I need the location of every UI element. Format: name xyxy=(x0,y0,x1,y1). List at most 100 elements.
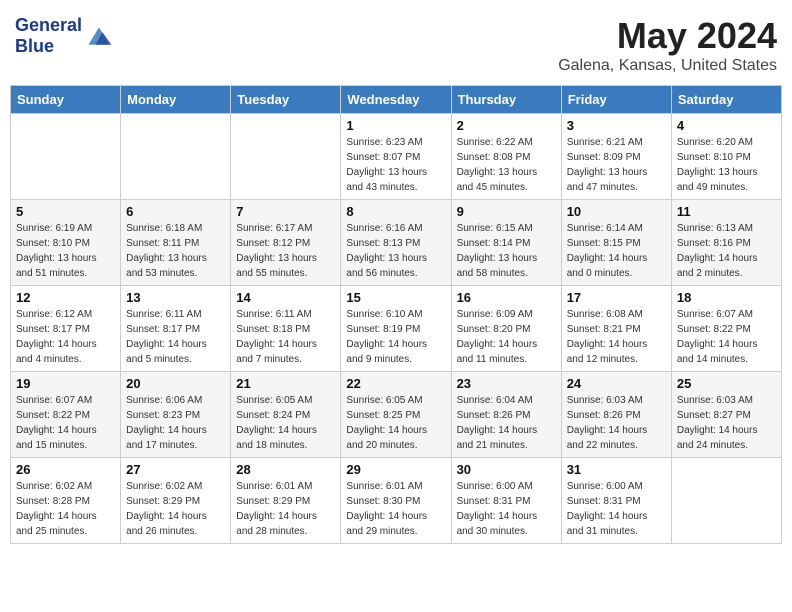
calendar-cell: 19 Sunrise: 6:07 AMSunset: 8:22 PMDayligh… xyxy=(11,372,121,458)
calendar-cell: 28 Sunrise: 6:01 AMSunset: 8:29 PMDayligh… xyxy=(231,458,341,544)
day-info: Sunrise: 6:02 AMSunset: 8:29 PMDaylight:… xyxy=(126,479,225,539)
day-info: Sunrise: 6:12 AMSunset: 8:17 PMDaylight:… xyxy=(16,307,115,367)
day-info: Sunrise: 6:22 AMSunset: 8:08 PMDaylight:… xyxy=(457,135,556,195)
weekday-header-cell: Thursday xyxy=(451,86,561,114)
calendar-cell: 8 Sunrise: 6:16 AMSunset: 8:13 PMDaylight… xyxy=(341,200,451,286)
day-number: 9 xyxy=(457,204,556,219)
day-number: 6 xyxy=(126,204,225,219)
calendar-cell: 15 Sunrise: 6:10 AMSunset: 8:19 PMDayligh… xyxy=(341,286,451,372)
day-number: 31 xyxy=(567,462,666,477)
logo: General Blue xyxy=(15,15,113,56)
day-info: Sunrise: 6:07 AMSunset: 8:22 PMDaylight:… xyxy=(677,307,776,367)
day-number: 22 xyxy=(346,376,445,391)
day-number: 12 xyxy=(16,290,115,305)
day-info: Sunrise: 6:16 AMSunset: 8:13 PMDaylight:… xyxy=(346,221,445,281)
calendar-body: 1 Sunrise: 6:23 AMSunset: 8:07 PMDaylight… xyxy=(11,114,782,544)
calendar-cell: 13Sunrise: 6:11 AMSunset: 8:17 PMDayligh… xyxy=(121,286,231,372)
calendar-cell: 18 Sunrise: 6:07 AMSunset: 8:22 PMDayligh… xyxy=(671,286,781,372)
day-number: 16 xyxy=(457,290,556,305)
calendar-cell: 6 Sunrise: 6:18 AMSunset: 8:11 PMDaylight… xyxy=(121,200,231,286)
calendar-cell: 27 Sunrise: 6:02 AMSunset: 8:29 PMDayligh… xyxy=(121,458,231,544)
day-number: 18 xyxy=(677,290,776,305)
calendar-cell: 16Sunrise: 6:09 AMSunset: 8:20 PMDayligh… xyxy=(451,286,561,372)
day-number: 21 xyxy=(236,376,335,391)
day-info: Sunrise: 6:04 AMSunset: 8:26 PMDaylight:… xyxy=(457,393,556,453)
day-info: Sunrise: 6:06 AMSunset: 8:23 PMDaylight:… xyxy=(126,393,225,453)
day-number: 25 xyxy=(677,376,776,391)
weekday-header-row: SundayMondayTuesdayWednesdayThursdayFrid… xyxy=(11,86,782,114)
logo-icon xyxy=(85,22,113,50)
logo-line2: Blue xyxy=(15,36,54,56)
calendar-cell: 20Sunrise: 6:06 AMSunset: 8:23 PMDayligh… xyxy=(121,372,231,458)
day-number: 29 xyxy=(346,462,445,477)
calendar-cell xyxy=(11,114,121,200)
calendar-week-row: 12 Sunrise: 6:12 AMSunset: 8:17 PMDayligh… xyxy=(11,286,782,372)
day-info: Sunrise: 6:08 AMSunset: 8:21 PMDaylight:… xyxy=(567,307,666,367)
day-number: 5 xyxy=(16,204,115,219)
day-info: Sunrise: 6:17 AMSunset: 8:12 PMDaylight:… xyxy=(236,221,335,281)
calendar-cell: 17Sunrise: 6:08 AMSunset: 8:21 PMDayligh… xyxy=(561,286,671,372)
day-number: 27 xyxy=(126,462,225,477)
title-block: May 2024 Galena, Kansas, United States xyxy=(558,15,777,75)
calendar-week-row: 26Sunrise: 6:02 AMSunset: 8:28 PMDayligh… xyxy=(11,458,782,544)
calendar-cell: 21 Sunrise: 6:05 AMSunset: 8:24 PMDayligh… xyxy=(231,372,341,458)
weekday-header-cell: Saturday xyxy=(671,86,781,114)
calendar-cell: 14 Sunrise: 6:11 AMSunset: 8:18 PMDayligh… xyxy=(231,286,341,372)
calendar-week-row: 1 Sunrise: 6:23 AMSunset: 8:07 PMDaylight… xyxy=(11,114,782,200)
calendar-cell: 29Sunrise: 6:01 AMSunset: 8:30 PMDayligh… xyxy=(341,458,451,544)
day-number: 10 xyxy=(567,204,666,219)
month-title: May 2024 xyxy=(558,15,777,57)
day-info: Sunrise: 6:07 AMSunset: 8:22 PMDaylight:… xyxy=(16,393,115,453)
calendar-cell xyxy=(231,114,341,200)
day-info: Sunrise: 6:19 AMSunset: 8:10 PMDaylight:… xyxy=(16,221,115,281)
calendar-cell: 7 Sunrise: 6:17 AMSunset: 8:12 PMDaylight… xyxy=(231,200,341,286)
calendar-cell: 5 Sunrise: 6:19 AMSunset: 8:10 PMDaylight… xyxy=(11,200,121,286)
calendar-cell: 23Sunrise: 6:04 AMSunset: 8:26 PMDayligh… xyxy=(451,372,561,458)
day-info: Sunrise: 6:21 AMSunset: 8:09 PMDaylight:… xyxy=(567,135,666,195)
day-info: Sunrise: 6:03 AMSunset: 8:26 PMDaylight:… xyxy=(567,393,666,453)
location-title: Galena, Kansas, United States xyxy=(558,57,777,75)
day-number: 4 xyxy=(677,118,776,133)
day-info: Sunrise: 6:00 AMSunset: 8:31 PMDaylight:… xyxy=(567,479,666,539)
day-number: 28 xyxy=(236,462,335,477)
calendar-week-row: 19 Sunrise: 6:07 AMSunset: 8:22 PMDayligh… xyxy=(11,372,782,458)
day-info: Sunrise: 6:05 AMSunset: 8:25 PMDaylight:… xyxy=(346,393,445,453)
day-info: Sunrise: 6:20 AMSunset: 8:10 PMDaylight:… xyxy=(677,135,776,195)
day-number: 19 xyxy=(16,376,115,391)
day-number: 15 xyxy=(346,290,445,305)
calendar-cell xyxy=(121,114,231,200)
day-info: Sunrise: 6:23 AMSunset: 8:07 PMDaylight:… xyxy=(346,135,445,195)
day-info: Sunrise: 6:03 AMSunset: 8:27 PMDaylight:… xyxy=(677,393,776,453)
calendar-week-row: 5 Sunrise: 6:19 AMSunset: 8:10 PMDaylight… xyxy=(11,200,782,286)
day-number: 14 xyxy=(236,290,335,305)
day-info: Sunrise: 6:02 AMSunset: 8:28 PMDaylight:… xyxy=(16,479,115,539)
weekday-header-cell: Tuesday xyxy=(231,86,341,114)
calendar-cell: 30 Sunrise: 6:00 AMSunset: 8:31 PMDayligh… xyxy=(451,458,561,544)
day-info: Sunrise: 6:01 AMSunset: 8:29 PMDaylight:… xyxy=(236,479,335,539)
calendar-cell: 24Sunrise: 6:03 AMSunset: 8:26 PMDayligh… xyxy=(561,372,671,458)
calendar-cell: 26Sunrise: 6:02 AMSunset: 8:28 PMDayligh… xyxy=(11,458,121,544)
header: General Blue May 2024 Galena, Kansas, Un… xyxy=(10,10,782,75)
day-info: Sunrise: 6:15 AMSunset: 8:14 PMDaylight:… xyxy=(457,221,556,281)
day-info: Sunrise: 6:13 AMSunset: 8:16 PMDaylight:… xyxy=(677,221,776,281)
day-number: 8 xyxy=(346,204,445,219)
day-number: 7 xyxy=(236,204,335,219)
day-info: Sunrise: 6:11 AMSunset: 8:18 PMDaylight:… xyxy=(236,307,335,367)
day-number: 30 xyxy=(457,462,556,477)
day-info: Sunrise: 6:18 AMSunset: 8:11 PMDaylight:… xyxy=(126,221,225,281)
day-info: Sunrise: 6:00 AMSunset: 8:31 PMDaylight:… xyxy=(457,479,556,539)
calendar-cell: 12 Sunrise: 6:12 AMSunset: 8:17 PMDayligh… xyxy=(11,286,121,372)
calendar-cell: 22 Sunrise: 6:05 AMSunset: 8:25 PMDayligh… xyxy=(341,372,451,458)
day-number: 1 xyxy=(346,118,445,133)
logo-line1: General xyxy=(15,15,82,35)
weekday-header-cell: Monday xyxy=(121,86,231,114)
day-info: Sunrise: 6:10 AMSunset: 8:19 PMDaylight:… xyxy=(346,307,445,367)
calendar-cell: 2Sunrise: 6:22 AMSunset: 8:08 PMDaylight… xyxy=(451,114,561,200)
calendar-cell: 1 Sunrise: 6:23 AMSunset: 8:07 PMDaylight… xyxy=(341,114,451,200)
calendar-cell: 9 Sunrise: 6:15 AMSunset: 8:14 PMDaylight… xyxy=(451,200,561,286)
calendar-cell: 11 Sunrise: 6:13 AMSunset: 8:16 PMDayligh… xyxy=(671,200,781,286)
calendar-cell: 31 Sunrise: 6:00 AMSunset: 8:31 PMDayligh… xyxy=(561,458,671,544)
day-info: Sunrise: 6:05 AMSunset: 8:24 PMDaylight:… xyxy=(236,393,335,453)
calendar-cell xyxy=(671,458,781,544)
day-number: 11 xyxy=(677,204,776,219)
